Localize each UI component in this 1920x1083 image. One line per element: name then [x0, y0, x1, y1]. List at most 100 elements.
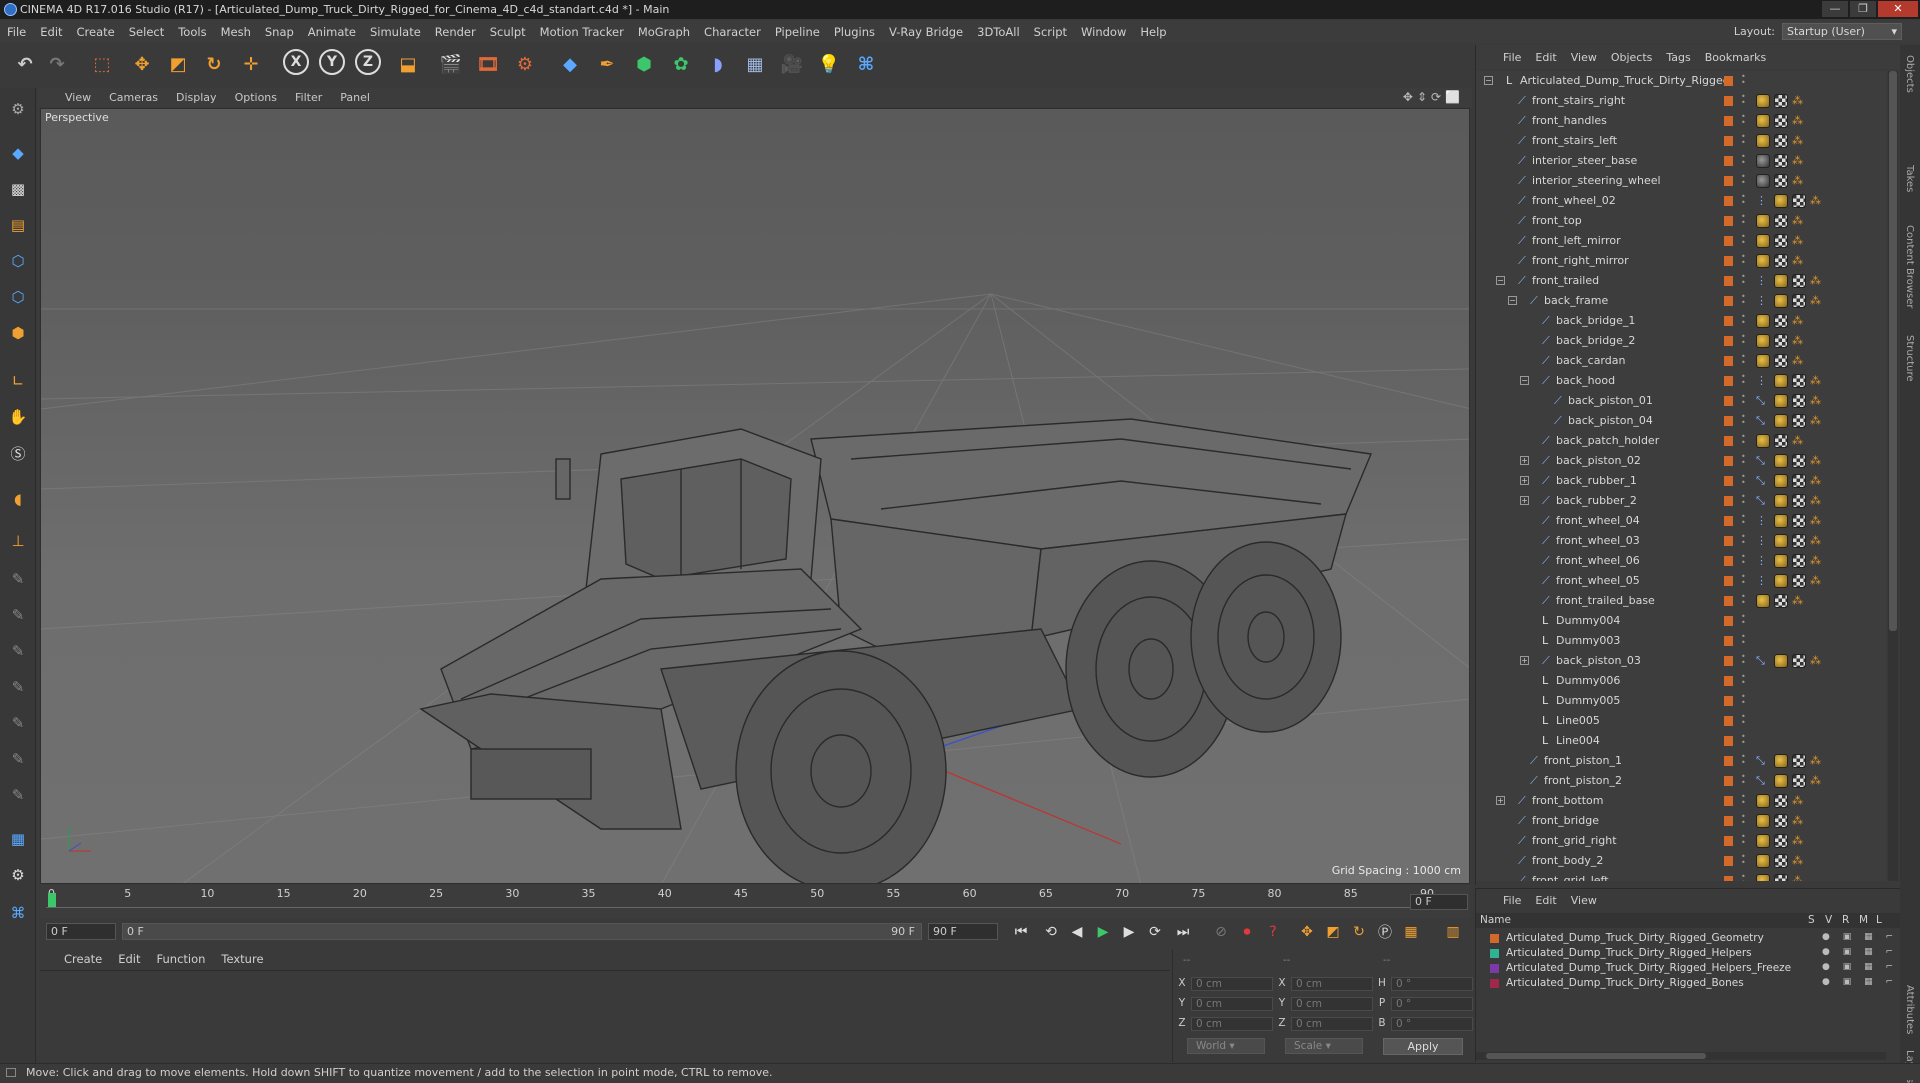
viewport-perspective[interactable]: Perspective Grid Spacing : 1000 cm — [40, 108, 1470, 884]
object-row-front-wheel-02[interactable]: ⟋ front_wheel_02 • • ⋮ ⁂ — [1476, 191, 1886, 211]
rotation-p-field[interactable]: 0 ° — [1391, 997, 1473, 1011]
texture-tag-icon[interactable] — [1792, 394, 1806, 408]
visibility-dots-icon[interactable]: • • — [1741, 613, 1747, 627]
object-manager-scrollbar[interactable] — [1888, 71, 1898, 881]
material-tag-icon[interactable] — [1756, 834, 1770, 848]
expand-toggle-icon[interactable]: − — [1484, 76, 1493, 85]
texture-tag-icon[interactable] — [1792, 414, 1806, 428]
layer-color-swatch[interactable] — [1724, 556, 1733, 566]
layer-row[interactable]: Articulated_Dump_Truck_Dirty_Rigged_Geom… — [1484, 931, 1913, 946]
coord-space-select[interactable]: World ▾ — [1187, 1038, 1265, 1054]
layer-color-swatch[interactable] — [1724, 116, 1733, 126]
viewport-camera-label[interactable]: Perspective — [45, 111, 109, 124]
object-row-front-body-2[interactable]: ⟋ front_body_2 • • ⁂ — [1476, 851, 1886, 871]
object-row-back-rubber-1[interactable]: + ⟋ back_rubber_1 • • ⤡ ⁂ — [1476, 471, 1886, 491]
magnet-icon[interactable]: ◖ — [5, 486, 31, 512]
expand-toggle-icon[interactable]: + — [1520, 656, 1529, 665]
material-tag-icon[interactable] — [1774, 414, 1788, 428]
object-row-front-grid-right[interactable]: ⟋ front_grid_right • • ⁂ — [1476, 831, 1886, 851]
quantize-icon[interactable]: ⊥ — [5, 528, 31, 554]
ik-tag-icon[interactable]: ⁂ — [1810, 414, 1824, 428]
constraint-tag-icon[interactable]: ⤡ — [1756, 394, 1770, 408]
viewport-menu-panel[interactable]: Panel — [331, 91, 379, 104]
object-row-back-piston-04[interactable]: ⟋ back_piston_04 • • ⤡ ⁂ — [1476, 411, 1886, 431]
x-axis-icon[interactable]: X — [283, 49, 309, 75]
material-tag-icon[interactable] — [1774, 654, 1788, 668]
layer-color-swatch[interactable] — [1724, 676, 1733, 686]
visibility-dots-icon[interactable]: • • — [1741, 333, 1747, 347]
object-row-back-rubber-2[interactable]: + ⟋ back_rubber_2 • • ⤡ ⁂ — [1476, 491, 1886, 511]
object-menu-view[interactable]: View — [1564, 51, 1604, 64]
material-tag-icon[interactable] — [1756, 94, 1770, 108]
object-row-dummy006[interactable]: L Dummy006 • • — [1476, 671, 1886, 691]
texture-tag-icon[interactable] — [1774, 134, 1788, 148]
ik-tag-icon[interactable]: ⁂ — [1792, 334, 1806, 348]
rotation-key-icon[interactable]: ↻ — [1348, 922, 1370, 942]
ik-tag-icon[interactable]: ⁂ — [1810, 274, 1824, 288]
visibility-dots-icon[interactable]: • • — [1741, 73, 1747, 87]
visibility-dots-icon[interactable]: • • — [1741, 853, 1747, 867]
layer-color-swatch[interactable] — [1724, 216, 1733, 226]
constraint-tag-icon[interactable]: ⤡ — [1756, 414, 1770, 428]
layer-color-swatch[interactable] — [1724, 476, 1733, 486]
ik-tag-icon[interactable]: ⁂ — [1792, 234, 1806, 248]
object-row-front-stairs-right[interactable]: ⟋ front_stairs_right • • ⁂ — [1476, 91, 1886, 111]
layer-color-swatch[interactable] — [1724, 336, 1733, 346]
ik-tag-icon[interactable]: ⁂ — [1792, 314, 1806, 328]
object-row-back-piston-01[interactable]: ⟋ back_piston_01 • • ⤡ ⁂ — [1476, 391, 1886, 411]
layer-color-swatch[interactable] — [1724, 736, 1733, 746]
ik-tag-icon[interactable]: ⁂ — [1792, 854, 1806, 868]
texture-tag-icon[interactable] — [1774, 214, 1788, 228]
texture-tag-icon[interactable] — [1774, 434, 1788, 448]
ik-tag-icon[interactable]: ⁂ — [1792, 134, 1806, 148]
viewport-menu-options[interactable]: Options — [226, 91, 286, 104]
ik-tag-icon[interactable]: ⁂ — [1810, 494, 1824, 508]
material-tag-icon[interactable] — [1756, 814, 1770, 828]
layer-color-swatch[interactable] — [1724, 456, 1733, 466]
size-y-field[interactable]: 0 cm — [1291, 997, 1373, 1011]
previous-frame-icon[interactable]: ◀ — [1066, 922, 1088, 942]
material-tag-icon[interactable] — [1756, 594, 1770, 608]
side-tab-objects[interactable]: Objects — [1904, 55, 1915, 93]
visibility-dots-icon[interactable]: • • — [1741, 213, 1747, 227]
object-row-dummy004[interactable]: L Dummy004 • • — [1476, 611, 1886, 631]
material-menu-texture[interactable]: Texture — [213, 952, 271, 966]
brush-tool-6-icon[interactable]: ✎ — [5, 746, 31, 772]
object-row-front-bottom[interactable]: + ⟋ front_bottom • • ⁂ — [1476, 791, 1886, 811]
go-to-end-icon[interactable]: ⏭ — [1172, 922, 1194, 942]
object-row-back-piston-02[interactable]: + ⟋ back_piston_02 • • ⤡ ⁂ — [1476, 451, 1886, 471]
object-menu-edit[interactable]: Edit — [1528, 51, 1563, 64]
brush-tool-4-icon[interactable]: ✎ — [5, 674, 31, 700]
menu-create[interactable]: Create — [70, 25, 122, 39]
camera-icon[interactable]: 🎥 — [777, 49, 807, 79]
material-tag-icon[interactable] — [1756, 354, 1770, 368]
material-tag-icon[interactable] — [1774, 454, 1788, 468]
layer-color-swatch[interactable] — [1724, 156, 1733, 166]
python-script-icon[interactable]: ⌘ — [5, 900, 31, 926]
grid-snap-icon[interactable]: ▦ — [5, 826, 31, 852]
coordinate-system-icon[interactable]: ⬓ — [393, 49, 423, 79]
material-tag-icon[interactable] — [1774, 474, 1788, 488]
expand-toggle-icon[interactable]: − — [1496, 276, 1505, 285]
visibility-dots-icon[interactable]: • • — [1741, 673, 1747, 687]
menu-mesh[interactable]: Mesh — [214, 25, 258, 39]
rotation-b-field[interactable]: 0 ° — [1391, 1017, 1473, 1031]
texture-tag-icon[interactable] — [1792, 194, 1806, 208]
record-keys-icon[interactable]: ⊘ — [1210, 922, 1232, 942]
ik-tag-icon[interactable]: ⁂ — [1810, 394, 1824, 408]
visibility-dots-icon[interactable]: • • — [1741, 273, 1747, 287]
visibility-dots-icon[interactable]: • • — [1741, 93, 1747, 107]
object-row-back-bridge-2[interactable]: ⟋ back_bridge_2 • • ⁂ — [1476, 331, 1886, 351]
layer-color-swatch[interactable] — [1724, 876, 1733, 881]
material-tag-icon[interactable] — [1756, 114, 1770, 128]
material-menu-edit[interactable]: Edit — [110, 952, 148, 966]
cloner-icon[interactable]: ✿ — [666, 49, 696, 79]
go-to-start-icon[interactable]: ⏮ — [1010, 922, 1032, 942]
menu-help[interactable]: Help — [1133, 25, 1173, 39]
undo-icon[interactable]: ↶ — [10, 49, 40, 79]
material-tag-icon[interactable] — [1756, 214, 1770, 228]
texture-tag-icon[interactable] — [1792, 494, 1806, 508]
snap-icon[interactable]: Ⓢ — [5, 440, 31, 466]
visibility-dots-icon[interactable]: • • — [1741, 433, 1747, 447]
constraint-tag-icon[interactable]: ⋮ — [1756, 194, 1770, 208]
